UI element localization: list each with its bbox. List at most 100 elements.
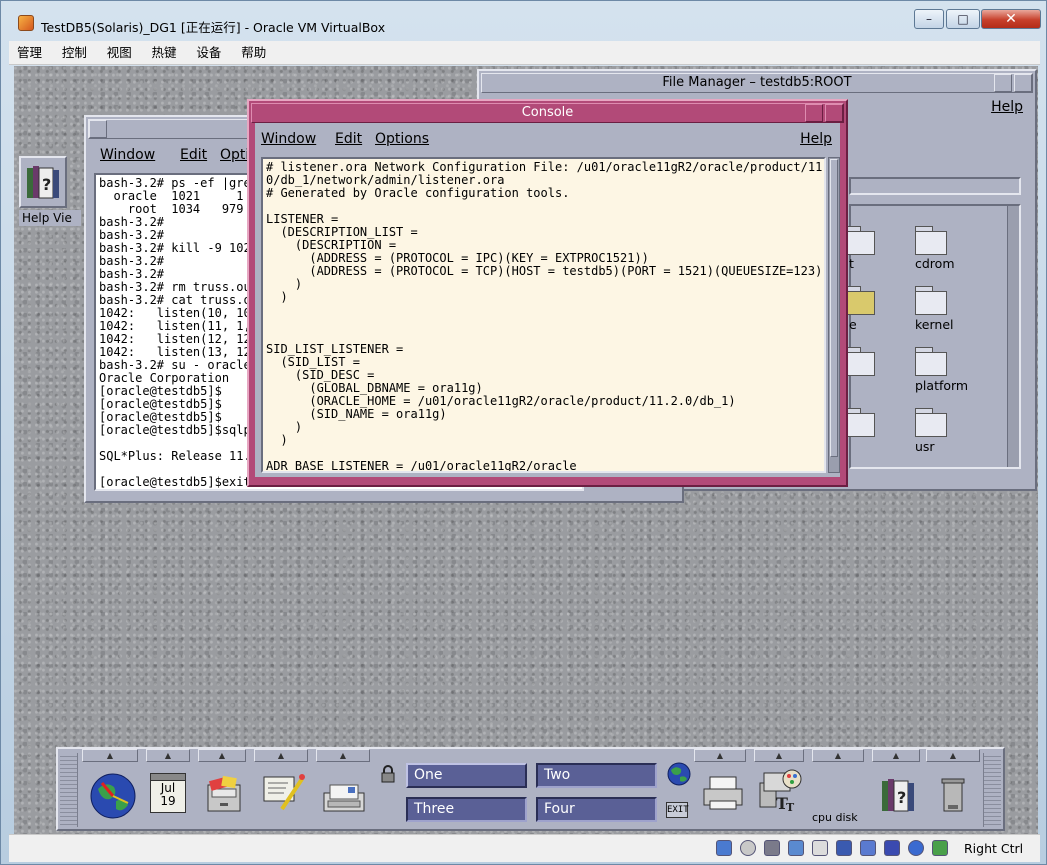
display-icon[interactable] <box>860 840 876 856</box>
console-menu-edit[interactable]: Edit <box>335 131 362 147</box>
hard-disk-icon[interactable] <box>716 840 732 856</box>
cpu-disk-label[interactable]: cpu disk <box>812 811 858 824</box>
exit-button[interactable]: EXIT <box>666 802 689 818</box>
menu-view[interactable]: 视图 <box>99 41 140 65</box>
console-menu-window[interactable]: Window <box>261 131 316 147</box>
mailer-icon[interactable] <box>320 777 368 817</box>
scroll-thumb[interactable] <box>830 159 838 457</box>
trash-icon[interactable] <box>938 775 968 815</box>
virtualbox-titlebar[interactable]: TestDB5(Solaris)_DG1 [正在运行] - Oracle VM … <box>1 1 1046 39</box>
menu-help[interactable]: 帮助 <box>233 41 274 65</box>
terminal-menu-edit[interactable]: Edit <box>180 147 207 163</box>
path-field[interactable] <box>849 177 1021 195</box>
lock-icon[interactable] <box>380 765 396 783</box>
clock-globe-icon[interactable] <box>88 771 138 821</box>
vm-display[interactable]: File Manager – testdb5:ROOT Help t cdrom… <box>14 66 1038 834</box>
subpanel-arrow[interactable]: ▲ <box>316 749 370 762</box>
window-menu-icon[interactable] <box>89 120 107 138</box>
console-titlebar[interactable]: Console <box>251 103 844 123</box>
folder-label: kernel <box>915 317 954 332</box>
workspace-two-button[interactable]: Two <box>536 763 657 788</box>
file-manager-title: File Manager – testdb5:ROOT <box>662 75 852 90</box>
virtualbox-menubar: 管理 控制 视图 热键 设备 帮助 <box>9 41 1040 65</box>
folder-label: usr <box>915 439 935 454</box>
svg-text:?: ? <box>897 788 906 807</box>
subpanel-arrow[interactable]: ▲ <box>82 749 138 762</box>
window-minimize-icon[interactable] <box>805 104 823 122</box>
folder-icon[interactable] <box>843 286 883 316</box>
console-line: ) <box>266 420 303 434</box>
file-manager-help-menu[interactable]: Help <box>991 99 1023 115</box>
minimize-button[interactable]: – <box>914 9 944 29</box>
file-manager-folder-pane[interactable]: t cdrom e kernel platform usr <box>843 204 1021 469</box>
menu-devices[interactable]: 设备 <box>188 41 229 65</box>
calendar-day: 19 <box>160 794 176 808</box>
help-viewer-label: Help Vie <box>19 210 81 226</box>
window-maximize-icon[interactable] <box>825 104 843 122</box>
help-manager-icon[interactable]: ? <box>878 773 922 817</box>
panel-handle-right[interactable] <box>983 753 1001 827</box>
subpanel-arrow[interactable]: ▲ <box>694 749 746 762</box>
subpanel-arrow[interactable]: ▲ <box>812 749 864 762</box>
cde-front-panel: ▲ ▲ ▲ ▲ ▲ ▲ ▲ ▲ ▲ ▲ Jul 19 One Two Three… <box>56 747 1005 831</box>
subpanel-arrow[interactable]: ▲ <box>754 749 804 762</box>
menu-control[interactable]: 控制 <box>54 41 95 65</box>
console-line: (SID_NAME = ora11g) <box>266 407 447 421</box>
console-menu-help[interactable]: Help <box>800 131 832 147</box>
window-title: TestDB5(Solaris)_DG1 [正在运行] - Oracle VM … <box>41 20 386 35</box>
file-manager-scrollbar[interactable] <box>1007 206 1019 467</box>
text-editor-icon[interactable] <box>260 771 308 819</box>
folder-icon[interactable] <box>915 408 955 438</box>
globe-icon[interactable] <box>666 761 692 787</box>
terminal-menu-window[interactable]: Window <box>100 147 155 163</box>
network-icon[interactable] <box>788 840 804 856</box>
folder-icon[interactable] <box>915 347 955 377</box>
console-scrollbar[interactable] <box>828 157 840 473</box>
console-line: ) <box>266 277 303 291</box>
mouse-integration-icon[interactable] <box>932 840 948 856</box>
subpanel-arrow[interactable]: ▲ <box>198 749 246 762</box>
calendar-icon[interactable]: Jul 19 <box>150 773 186 813</box>
subpanel-arrow[interactable]: ▲ <box>254 749 308 762</box>
console-window[interactable]: Console Window Edit Options Help # liste… <box>247 99 848 487</box>
subpanel-arrow[interactable]: ▲ <box>926 749 980 762</box>
printer-icon[interactable] <box>700 773 746 813</box>
close-button[interactable]: ✕ <box>981 9 1041 29</box>
workspace-one-button[interactable]: One <box>406 763 527 788</box>
panel-handle-left[interactable] <box>60 753 78 827</box>
style-manager-icon[interactable]: T T <box>756 765 806 815</box>
folder-icon[interactable] <box>915 226 955 256</box>
virtualization-icon[interactable] <box>908 840 924 856</box>
workspace-four-button[interactable]: Four <box>536 797 657 822</box>
workspace-three-button[interactable]: Three <box>406 797 527 822</box>
usb-icon[interactable] <box>812 840 828 856</box>
folder-icon[interactable] <box>915 286 955 316</box>
capture-icon[interactable] <box>884 840 900 856</box>
window-minimize-icon[interactable] <box>994 74 1012 92</box>
optical-drive-icon[interactable] <box>740 840 756 856</box>
subpanel-arrow[interactable]: ▲ <box>146 749 190 762</box>
menu-manage[interactable]: 管理 <box>9 41 50 65</box>
console-line: # Generated by Oracle configuration tool… <box>266 186 570 200</box>
menu-hotkey[interactable]: 热键 <box>144 41 185 65</box>
folder-label: e <box>849 317 857 332</box>
audio-icon[interactable] <box>764 840 780 856</box>
folder-icon[interactable] <box>843 408 883 438</box>
folder-icon[interactable] <box>843 226 883 256</box>
file-cabinet-icon[interactable] <box>204 775 244 815</box>
virtualbox-app-icon <box>18 15 34 31</box>
subpanel-arrow[interactable]: ▲ <box>872 749 920 762</box>
folder-label: cdrom <box>915 256 955 271</box>
help-viewer-icon[interactable]: ? Help Vie <box>17 154 81 232</box>
shared-folders-icon[interactable] <box>836 840 852 856</box>
window-maximize-icon[interactable] <box>1014 74 1032 92</box>
console-menu-options[interactable]: Options <box>375 131 429 147</box>
folder-icon[interactable] <box>843 347 883 377</box>
console-line: (ADDRESS = (PROTOCOL = TCP)(HOST = testd… <box>266 264 826 278</box>
maximize-button[interactable]: □ <box>946 9 980 29</box>
file-manager-titlebar[interactable]: File Manager – testdb5:ROOT <box>481 73 1033 93</box>
console-line: ) <box>266 433 288 447</box>
folder-label: platform <box>915 378 969 393</box>
console-text[interactable]: # listener.ora Network Configuration Fil… <box>261 157 826 473</box>
